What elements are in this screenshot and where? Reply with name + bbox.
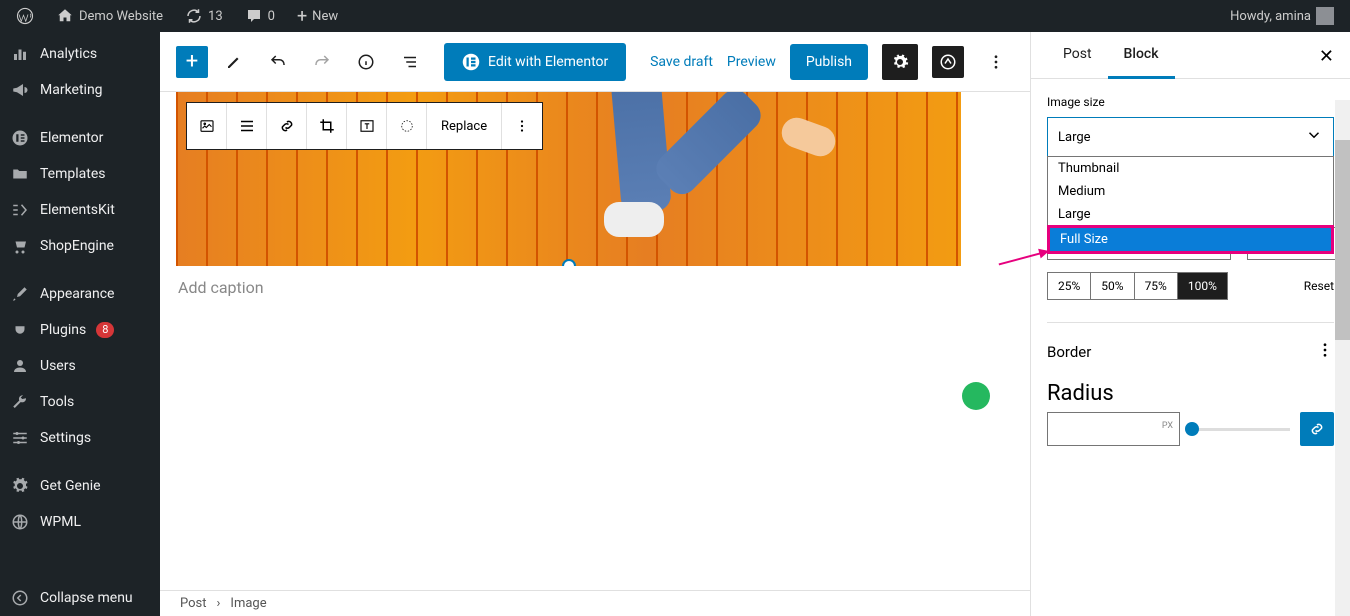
border-label: Border <box>1047 343 1091 361</box>
plugins-badge: 8 <box>96 322 114 338</box>
caption-input[interactable]: Add caption <box>176 266 1014 309</box>
chat-widget[interactable] <box>962 382 990 410</box>
block-more-button[interactable] <box>502 103 542 149</box>
sidebar-item-plugins[interactable]: Plugins8 <box>0 312 160 348</box>
wrench-icon <box>10 392 30 412</box>
editor-topbar: + Edit with Elementor Save draft Preview… <box>160 32 1030 92</box>
breadcrumb-post[interactable]: Post <box>180 596 207 611</box>
radius-label: Radius <box>1047 381 1334 406</box>
kit-icon <box>10 200 30 220</box>
link-button[interactable] <box>267 103 307 149</box>
editor-canvas[interactable]: Replace Add caption <box>160 92 1030 616</box>
sidebar-item-appearance[interactable]: Appearance <box>0 276 160 312</box>
pct-50[interactable]: 50% <box>1091 273 1134 299</box>
chevron-down-icon <box>1305 126 1323 148</box>
block-toolbar: Replace <box>186 102 543 150</box>
folder-icon <box>10 164 30 184</box>
replace-button[interactable]: Replace <box>427 103 502 149</box>
save-draft-button[interactable]: Save draft <box>650 54 713 70</box>
gear-icon <box>10 476 30 496</box>
image-block[interactable]: Replace <box>176 92 961 266</box>
sidebar-item-marketing[interactable]: Marketing <box>0 72 160 108</box>
scrollbar[interactable] <box>1335 100 1350 616</box>
radius-slider[interactable] <box>1190 428 1290 431</box>
site-name[interactable]: Demo Website <box>48 7 171 25</box>
percent-buttons: 25% 50% 75% 100% <box>1047 272 1228 300</box>
image-size-dropdown: Thumbnail Medium Large Full Size <box>1047 156 1334 254</box>
collapse-menu[interactable]: Collapse menu <box>0 580 160 616</box>
breadcrumb-image[interactable]: Image <box>230 596 266 611</box>
updates[interactable]: 13 <box>177 7 231 25</box>
add-block-button[interactable]: + <box>176 46 208 78</box>
outline-button[interactable] <box>392 44 428 80</box>
details-button[interactable] <box>348 44 384 80</box>
border-more-button[interactable] <box>1316 341 1334 363</box>
admin-bar: Demo Website 13 0 +New Howdy, amina <box>0 0 1350 32</box>
settings-panel: Post Block ✕ Image size Large Thumbnail … <box>1030 32 1350 616</box>
user-icon <box>10 356 30 376</box>
comments[interactable]: 0 <box>237 7 283 25</box>
sidebar-item-templates[interactable]: Templates <box>0 156 160 192</box>
editor: + Edit with Elementor Save draft Preview… <box>160 32 1030 616</box>
brush-icon <box>10 284 30 304</box>
block-breadcrumb: Post › Image <box>160 590 1030 616</box>
reset-button[interactable]: Reset <box>1304 279 1334 293</box>
wp-logo[interactable] <box>8 7 42 25</box>
block-type-button[interactable] <box>187 103 227 149</box>
redo-button[interactable] <box>304 44 340 80</box>
panel-tabs: Post Block ✕ <box>1031 32 1350 79</box>
tab-post[interactable]: Post <box>1047 32 1108 78</box>
megaphone-icon <box>10 80 30 100</box>
pct-100[interactable]: 100% <box>1178 273 1227 299</box>
sidebar-item-users[interactable]: Users <box>0 348 160 384</box>
globe-icon <box>10 512 30 532</box>
close-panel-button[interactable]: ✕ <box>1319 46 1334 67</box>
edit-mode-button[interactable] <box>216 44 252 80</box>
text-overlay-button[interactable] <box>347 103 387 149</box>
tab-block[interactable]: Block <box>1108 32 1175 79</box>
sidebar-item-settings[interactable]: Settings <box>0 420 160 456</box>
edit-elementor-button[interactable]: Edit with Elementor <box>444 43 626 81</box>
sidebar-item-tools[interactable]: Tools <box>0 384 160 420</box>
align-button[interactable] <box>227 103 267 149</box>
preview-button[interactable]: Preview <box>727 54 776 70</box>
image-size-label: Image size <box>1047 95 1334 109</box>
cart-icon <box>10 236 30 256</box>
pct-75[interactable]: 75% <box>1135 273 1178 299</box>
more-options-button[interactable] <box>978 44 1014 80</box>
elementor-icon <box>10 128 30 148</box>
link-sides-button[interactable] <box>1300 412 1334 446</box>
sidebar-item-getgenie[interactable]: Get Genie <box>0 468 160 504</box>
extra-button[interactable] <box>932 46 964 78</box>
option-thumbnail[interactable]: Thumbnail <box>1048 157 1333 180</box>
crop-button[interactable] <box>307 103 347 149</box>
sidebar-item-analytics[interactable]: Analytics <box>0 36 160 72</box>
pct-25[interactable]: 25% <box>1048 273 1091 299</box>
sidebar-item-elementor[interactable]: Elementor <box>0 120 160 156</box>
collapse-icon <box>10 588 30 608</box>
option-large[interactable]: Large <box>1048 203 1333 226</box>
sidebar-item-wpml[interactable]: WPML <box>0 504 160 540</box>
avatar <box>1316 7 1334 25</box>
new-content[interactable]: +New <box>289 6 346 27</box>
duotone-button[interactable] <box>387 103 427 149</box>
plug-icon <box>10 320 30 340</box>
publish-button[interactable]: Publish <box>790 44 868 80</box>
settings-button[interactable] <box>882 44 918 80</box>
howdy[interactable]: Howdy, amina <box>1222 7 1342 25</box>
undo-button[interactable] <box>260 44 296 80</box>
image-size-select[interactable]: Large Thumbnail Medium Large Full Size <box>1047 117 1334 157</box>
sidebar-item-elementskit[interactable]: ElementsKit <box>0 192 160 228</box>
sidebar-item-shopengine[interactable]: ShopEngine <box>0 228 160 264</box>
admin-sidebar: Analytics Marketing Elementor Templates … <box>0 32 160 616</box>
sliders-icon <box>10 428 30 448</box>
option-full-size[interactable]: Full Size <box>1047 225 1334 254</box>
content-image <box>556 92 856 262</box>
chart-icon <box>10 44 30 64</box>
resize-handle[interactable] <box>562 259 576 266</box>
option-medium[interactable]: Medium <box>1048 180 1333 203</box>
radius-input[interactable]: PX <box>1047 412 1180 446</box>
